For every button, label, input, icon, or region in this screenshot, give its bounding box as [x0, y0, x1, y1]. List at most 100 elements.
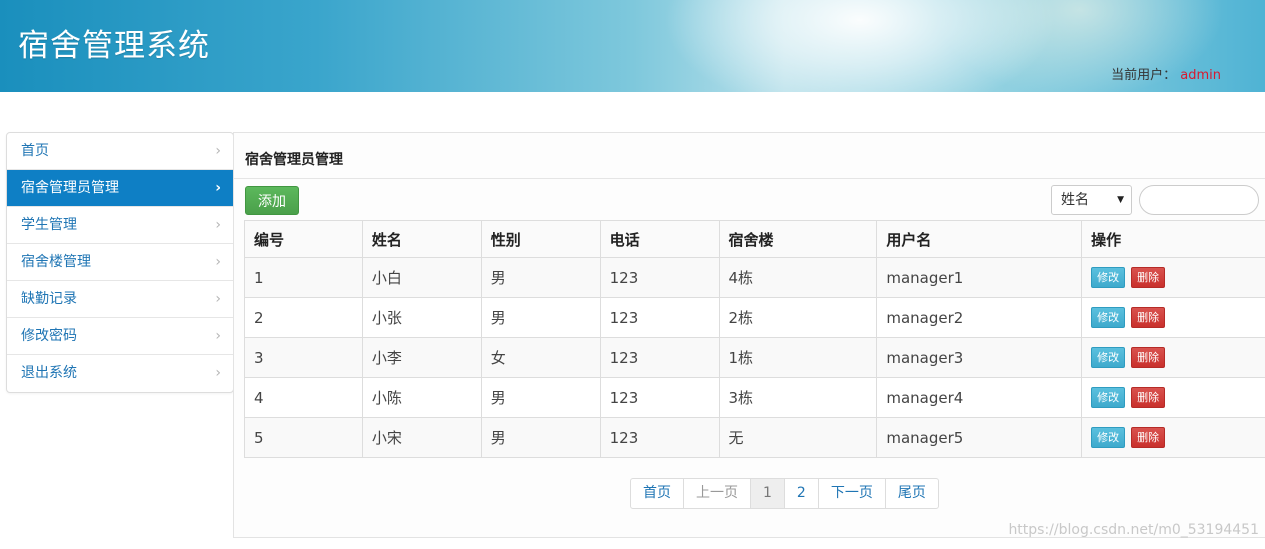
chevron-right-icon: › [215, 143, 221, 159]
column-header-name: 姓名 [361, 220, 482, 258]
search-field-select[interactable]: 姓名 ▼ [1051, 185, 1132, 215]
cell-building: 无 [718, 417, 878, 458]
sidebar-item-absence-records[interactable]: 缺勤记录 › [7, 281, 233, 318]
watermark-text: https://blog.csdn.net/m0_53194451 [1008, 522, 1259, 538]
cell-building: 3栋 [718, 377, 878, 418]
sidebar-item-logout[interactable]: 退出系统 › [7, 355, 233, 392]
pagination-last[interactable]: 尾页 [886, 479, 938, 508]
sidebar-item-building-admin[interactable]: 宿舍楼管理 › [7, 244, 233, 281]
cell-name: 小宋 [361, 417, 482, 458]
sidebar-item-label: 宿舍管理员管理 [21, 180, 119, 196]
cell-actions: 修改 删除 [1081, 297, 1265, 338]
table-row: 5 小宋 男 123 无 manager5 修改 删除 [244, 417, 1265, 458]
column-header-username: 用户名 [876, 220, 1083, 258]
cell-building: 4栋 [718, 257, 878, 298]
edit-button[interactable]: 修改 [1091, 307, 1126, 328]
sidebar-item-label: 缺勤记录 [21, 291, 77, 307]
column-header-actions: 操作 [1081, 220, 1265, 258]
cell-gender: 男 [480, 297, 601, 338]
main-panel: 宿舍管理员管理 添加 姓名 ▼ 编号 姓名 性别 电话 宿舍楼 用户名 操作 1 [233, 132, 1265, 538]
sidebar-item-label: 修改密码 [21, 328, 77, 344]
sidebar-item-label: 首页 [21, 143, 49, 159]
app-header: 宿舍管理系统 当前用户： admin [0, 0, 1265, 92]
pagination-first[interactable]: 首页 [631, 479, 684, 508]
cell-gender: 男 [480, 377, 601, 418]
delete-button[interactable]: 删除 [1131, 307, 1166, 328]
cell-phone: 123 [599, 337, 720, 378]
table-row: 3 小李 女 123 1栋 manager3 修改 删除 [244, 337, 1265, 378]
column-header-building: 宿舍楼 [718, 220, 878, 258]
column-header-phone: 电话 [599, 220, 720, 258]
search-field-selected: 姓名 [1061, 192, 1089, 208]
sidebar-nav: 首页 › 宿舍管理员管理 › 学生管理 › 宿舍楼管理 › 缺勤记录 › 修改密… [6, 132, 234, 393]
sidebar-item-dorm-manager-admin[interactable]: 宿舍管理员管理 › [7, 170, 233, 207]
cell-phone: 123 [599, 377, 720, 418]
pagination-next[interactable]: 下一页 [819, 479, 886, 508]
cell-id: 1 [244, 257, 363, 298]
chevron-right-icon: › [215, 291, 221, 307]
delete-button[interactable]: 删除 [1131, 347, 1166, 368]
column-header-gender: 性别 [480, 220, 601, 258]
sidebar-item-home[interactable]: 首页 › [7, 133, 233, 170]
cell-phone: 123 [599, 417, 720, 458]
edit-button[interactable]: 修改 [1091, 347, 1126, 368]
cell-id: 2 [244, 297, 363, 338]
pagination: 首页 上一页 1 2 下一页 尾页 [630, 478, 939, 509]
table-row: 2 小张 男 123 2栋 manager2 修改 删除 [244, 297, 1265, 338]
page-title: 宿舍管理员管理 [245, 152, 343, 168]
dorm-manager-table: 编号 姓名 性别 电话 宿舍楼 用户名 操作 1 小白 男 123 4栋 man… [244, 220, 1265, 458]
caret-down-icon: ▼ [1117, 195, 1124, 205]
sidebar-item-label: 宿舍楼管理 [21, 254, 91, 270]
edit-button[interactable]: 修改 [1091, 427, 1126, 448]
system-title: 宿舍管理系统 [18, 28, 210, 64]
cell-actions: 修改 删除 [1081, 257, 1265, 298]
cell-gender: 男 [480, 417, 601, 458]
chevron-right-icon: › [215, 180, 221, 196]
cell-username: manager3 [876, 337, 1083, 378]
cell-name: 小白 [361, 257, 482, 298]
cell-actions: 修改 删除 [1081, 377, 1265, 418]
title-divider [234, 178, 1265, 179]
delete-button[interactable]: 删除 [1131, 427, 1166, 448]
cell-name: 小李 [361, 337, 482, 378]
cell-building: 2栋 [718, 297, 878, 338]
cell-id: 3 [244, 337, 363, 378]
delete-button[interactable]: 删除 [1131, 387, 1166, 408]
current-user-name[interactable]: admin [1180, 68, 1221, 83]
sidebar-item-label: 学生管理 [21, 217, 77, 233]
cell-actions: 修改 删除 [1081, 337, 1265, 378]
delete-button[interactable]: 删除 [1131, 267, 1166, 288]
table-row: 1 小白 男 123 4栋 manager1 修改 删除 [244, 257, 1265, 298]
add-button[interactable]: 添加 [245, 186, 299, 215]
cell-phone: 123 [599, 297, 720, 338]
cell-id: 5 [244, 417, 363, 458]
column-header-id: 编号 [244, 220, 363, 258]
chevron-right-icon: › [215, 254, 221, 270]
cell-name: 小陈 [361, 377, 482, 418]
cell-username: manager5 [876, 417, 1083, 458]
cell-gender: 女 [480, 337, 601, 378]
edit-button[interactable]: 修改 [1091, 267, 1126, 288]
cell-username: manager1 [876, 257, 1083, 298]
cell-actions: 修改 删除 [1081, 417, 1265, 458]
chevron-right-icon: › [215, 328, 221, 344]
chevron-right-icon: › [215, 217, 221, 233]
pagination-page-2[interactable]: 2 [785, 479, 819, 508]
cell-username: manager4 [876, 377, 1083, 418]
pagination-prev[interactable]: 上一页 [684, 479, 751, 508]
sidebar-item-change-password[interactable]: 修改密码 › [7, 318, 233, 355]
cell-phone: 123 [599, 257, 720, 298]
cell-username: manager2 [876, 297, 1083, 338]
chevron-right-icon: › [215, 365, 221, 381]
table-row: 4 小陈 男 123 3栋 manager4 修改 删除 [244, 377, 1265, 418]
current-user-info: 当前用户： admin [1111, 64, 1221, 83]
cell-name: 小张 [361, 297, 482, 338]
pagination-page-1[interactable]: 1 [751, 479, 785, 508]
sidebar-item-student-admin[interactable]: 学生管理 › [7, 207, 233, 244]
search-input[interactable] [1139, 185, 1259, 215]
current-user-label: 当前用户： [1111, 68, 1177, 83]
sidebar-item-label: 退出系统 [21, 365, 77, 381]
cell-id: 4 [244, 377, 363, 418]
cell-building: 1栋 [718, 337, 878, 378]
edit-button[interactable]: 修改 [1091, 387, 1126, 408]
